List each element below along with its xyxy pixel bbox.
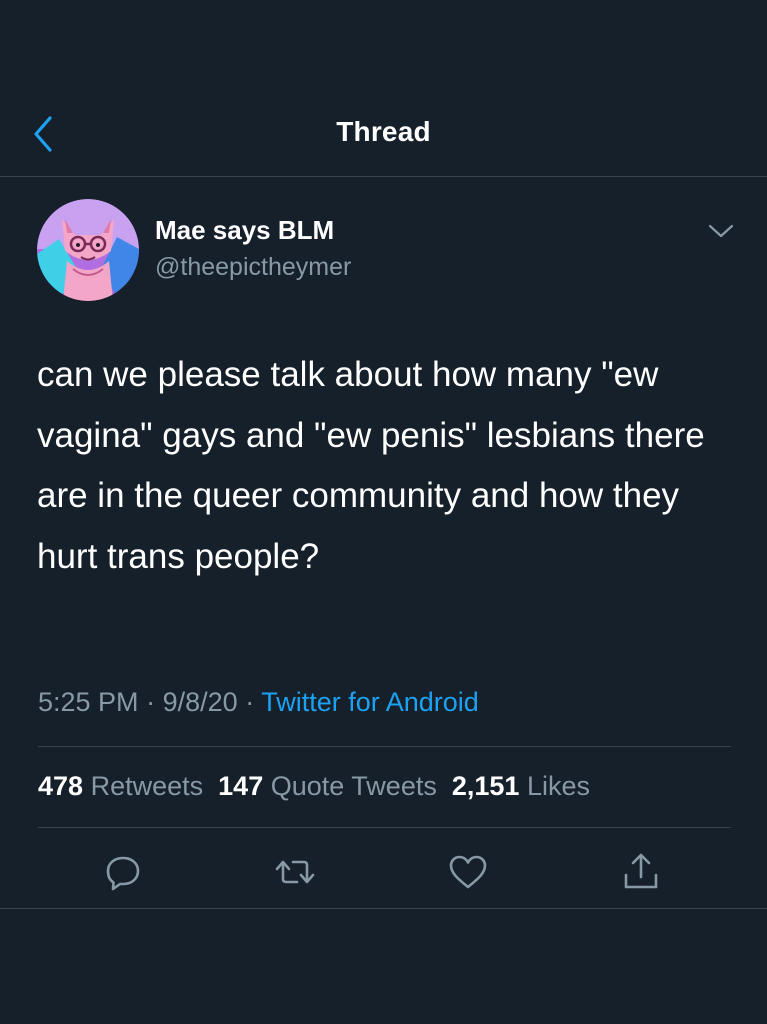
share-button[interactable]	[619, 850, 663, 894]
reply-icon	[106, 856, 140, 891]
retweets-stat[interactable]: 478 Retweets	[38, 771, 203, 801]
tweet-stats: 478 Retweets 147 Quote Tweets 2,151 Like…	[38, 771, 590, 802]
likes-count: 2,151	[451, 771, 520, 801]
top-navigation-bar: Thread	[0, 0, 767, 177]
author-display-name[interactable]: Mae says BLM	[155, 215, 334, 246]
quote-tweets-stat[interactable]: 147 Quote Tweets	[218, 771, 437, 801]
retweets-count: 478	[38, 771, 84, 801]
meta-separator: ·	[146, 687, 156, 717]
divider	[0, 908, 767, 909]
meta-separator: ·	[245, 687, 255, 717]
page-title: Thread	[336, 116, 431, 147]
tweet-source-link[interactable]: Twitter for Android	[261, 687, 479, 717]
quotes-label: Quote Tweets	[270, 771, 437, 801]
reply-button[interactable]	[101, 850, 145, 894]
retweet-button[interactable]	[273, 850, 317, 894]
tweet-date: 9/8/20	[162, 687, 238, 717]
retweets-label: Retweets	[90, 771, 204, 801]
avatar[interactable]	[37, 199, 139, 301]
chevron-down-icon	[708, 224, 734, 238]
divider	[38, 827, 731, 828]
likes-stat[interactable]: 2,151 Likes	[452, 771, 590, 801]
likes-label: Likes	[526, 771, 590, 801]
divider	[38, 746, 731, 747]
more-options-button[interactable]	[706, 220, 736, 242]
author-handle[interactable]: @theepictheymer	[155, 253, 351, 282]
like-button[interactable]	[446, 850, 490, 894]
tweet-metadata: 5:25 PM · 9/8/20 · Twitter for Android	[38, 687, 479, 718]
avatar-image	[37, 199, 139, 301]
share-icon	[624, 853, 658, 889]
quotes-count: 147	[218, 771, 264, 801]
like-icon	[449, 855, 487, 889]
retweet-icon	[275, 860, 315, 884]
tweet-time: 5:25 PM	[38, 687, 139, 717]
tweet-text: can we please talk about how many "ew va…	[37, 355, 705, 576]
